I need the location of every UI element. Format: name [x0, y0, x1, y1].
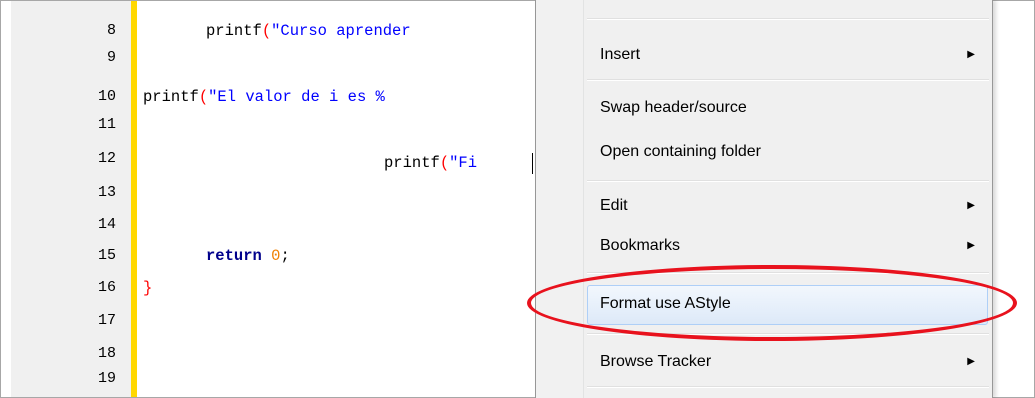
- line-number: 9: [106, 49, 116, 66]
- code-line-15[interactable]: return 0;: [206, 246, 290, 266]
- closing-brace: }: [143, 279, 153, 297]
- string-literal: "El valor de i es %: [208, 88, 385, 106]
- line-number: 18: [97, 345, 116, 362]
- line-number: 11: [97, 116, 116, 133]
- menu-separator: [587, 386, 989, 388]
- function-name: printf: [384, 154, 440, 172]
- line-number: 10: [97, 88, 116, 105]
- submenu-arrow-icon: ▶: [967, 49, 975, 60]
- line-number: 17: [97, 312, 116, 329]
- menu-item-bookmarks[interactable]: Bookmarks ▶: [587, 228, 989, 264]
- line-number-gutter: 8 9 10 11 12 13 14 15 16 17 18 19: [11, 1, 131, 397]
- menu-item-open-containing-folder[interactable]: Open containing folder: [587, 134, 989, 170]
- line-number: 14: [97, 216, 116, 233]
- menu-separator: [587, 79, 989, 81]
- function-name: printf: [206, 22, 262, 40]
- string-literal: "Curso aprender: [271, 22, 411, 40]
- code-line-16[interactable]: }: [143, 278, 152, 298]
- string-literal: "Fi: [449, 154, 478, 172]
- menu-item-label: Swap header/source: [600, 99, 747, 116]
- function-name: printf: [143, 88, 199, 106]
- menu-item-label: Bookmarks: [600, 237, 681, 254]
- line-number: 16: [97, 279, 116, 296]
- submenu-arrow-icon: ▶: [967, 240, 975, 251]
- menu-separator: [587, 18, 989, 20]
- code-line-10[interactable]: printf("El valor de i es %: [143, 87, 385, 107]
- submenu-arrow-icon: ▶: [967, 356, 975, 367]
- keyword: return: [206, 247, 262, 265]
- line-number: 19: [97, 370, 116, 387]
- line-number: 15: [97, 247, 116, 264]
- paren: (: [198, 88, 209, 106]
- paren: (: [261, 22, 272, 40]
- code-line-8[interactable]: printf("Curso aprender: [206, 21, 411, 41]
- menu-item-insert[interactable]: Insert ▶: [587, 37, 989, 73]
- menu-separator: [587, 180, 989, 182]
- change-marker-bar: [131, 1, 137, 397]
- line-number: 8: [106, 22, 116, 39]
- line-number: 13: [97, 184, 116, 201]
- menu-item-label: Edit: [600, 197, 628, 214]
- menu-item-label: Insert: [600, 46, 641, 63]
- menu-item-label: Browse Tracker: [600, 353, 712, 370]
- annotation-ellipse: [527, 265, 1017, 341]
- line-number: 12: [97, 150, 116, 167]
- paren: (: [439, 154, 450, 172]
- text-caret: [532, 153, 533, 174]
- menu-item-label: Open containing folder: [600, 143, 761, 160]
- context-menu-icon-column: [536, 0, 584, 398]
- submenu-arrow-icon: ▶: [967, 200, 975, 211]
- menu-item-browse-tracker[interactable]: Browse Tracker ▶: [587, 344, 989, 380]
- code-line-12[interactable]: printf("Fi: [384, 153, 477, 173]
- semicolon: ;: [280, 247, 290, 265]
- menu-item-swap-header-source[interactable]: Swap header/source: [587, 90, 989, 126]
- menu-item-edit[interactable]: Edit ▶: [587, 188, 989, 224]
